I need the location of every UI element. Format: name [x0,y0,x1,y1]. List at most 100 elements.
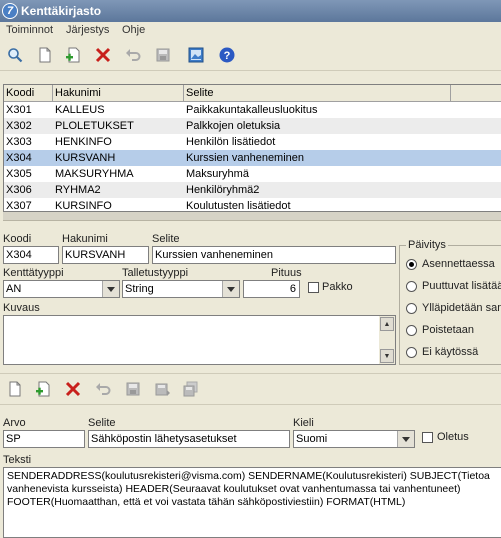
language-label: Kieli [293,417,314,429]
value-desc-field[interactable]: Sähköpostin lähetysasetukset [88,430,290,448]
window-title: Kenttäkirjasto [21,4,102,18]
add-button[interactable] [62,44,84,66]
help-button[interactable]: ? [216,44,238,66]
scroll-up-button[interactable]: ▲ [380,317,394,331]
required-label: Pakko [322,281,353,293]
chevron-down-icon [227,286,235,292]
menu-bar: Toiminnot Järjestys Ohje [0,22,501,41]
radio-puuttuvat[interactable] [406,281,417,292]
cell-desc: Maksuryhmä [186,168,249,180]
radio-poistetaan[interactable] [406,325,417,336]
save-button[interactable] [152,44,174,66]
description-label: Kuvaus [3,302,40,314]
help-icon: ? [219,47,235,63]
required-checkbox[interactable] [308,282,319,293]
cell-code: X302 [6,120,32,132]
text-textarea[interactable]: SENDERADDRESS(koulutusrekisteri@visma.co… [3,467,501,538]
cell-code: X304 [6,152,32,164]
desc-label: Selite [152,233,180,245]
search-icon [8,48,23,63]
value-delete-button[interactable] [62,378,84,400]
cell-desc: Kurssien vanheneminen [186,152,305,164]
radio-yllapidetaan[interactable] [406,303,417,314]
table-row[interactable]: X302 PLOLETUKSET Palkkojen oletuksia [4,118,501,134]
value-label: Arvo [3,417,26,429]
name-field[interactable]: KURSVANH [62,246,149,264]
storetype-select[interactable]: String [122,280,240,298]
value-save-all-button[interactable] [180,378,202,400]
delete-icon [95,47,111,63]
cell-desc: Henkilön lisätiedot [186,136,276,148]
language-dropdown-button[interactable] [397,431,414,447]
main-toolbar: ? [0,40,501,71]
cell-code: X301 [6,104,32,116]
export-button[interactable] [185,44,207,66]
menu-jarjestys[interactable]: Järjestys [66,24,109,36]
app-icon: 7 [2,3,18,19]
radio-asennettaessa[interactable] [406,259,417,270]
cell-code: X306 [6,184,32,196]
radio-ei-kaytossa[interactable] [406,347,417,358]
value-new-button[interactable] [4,378,26,400]
fieldtype-value: AN [6,283,22,295]
save-as-icon [155,383,170,396]
value-field[interactable]: SP [3,430,85,448]
undo-button[interactable] [122,44,144,66]
cell-desc: Paikkakuntakalleusluokitus [186,104,318,116]
menu-ohje[interactable]: Ohje [122,24,145,36]
radio-label-puuttuvat: Puuttuvat lisätää [422,280,501,292]
length-field[interactable]: 6 [243,280,300,298]
scroll-down-button[interactable]: ▼ [380,349,394,363]
radio-label-asennettaessa: Asennettaessa [422,258,495,270]
value-undo-button[interactable] [92,378,114,400]
cell-name: PLOLETUKSET [55,120,134,132]
table-row[interactable]: X307 KURSINFO Koulutusten lisätiedot [4,198,501,212]
value-add-button[interactable] [32,378,54,400]
chevron-down-icon [402,436,410,442]
radio-label-yllapidetaan: Ylläpidetään sam [422,302,501,314]
table-row[interactable]: X306 RYHMA2 Henkilöryhmä2 [4,182,501,198]
storetype-label: Talletustyyppi [122,267,189,279]
text-label: Teksti [3,454,32,466]
description-scrollbar[interactable]: ▲ ▼ [379,316,395,364]
cell-desc: Koulutusten lisätiedot [186,200,291,212]
cell-code: X303 [6,136,32,148]
menu-toiminnot[interactable]: Toiminnot [6,24,53,36]
column-header-name[interactable]: Hakunimi [53,85,184,101]
value-desc-label: Selite [88,417,116,429]
table-row-selected[interactable]: X304 KURSVANH Kurssien vanheneminen [4,150,501,166]
table-row[interactable]: X305 MAKSURYHMA Maksuryhmä [4,166,501,182]
default-checkbox[interactable] [422,432,433,443]
value-save-button[interactable] [122,378,144,400]
update-group-title: Päivitys [406,239,448,251]
chevron-down-icon [107,286,115,292]
cell-code: X305 [6,168,32,180]
picture-icon [188,47,204,63]
table-row[interactable]: X301 KALLEUS Paikkakuntakalleusluokitus [4,102,501,118]
column-header-blank [451,85,501,101]
column-header-code[interactable]: Koodi [4,85,53,101]
title-bar: 7 Kenttäkirjasto [0,0,501,22]
delete-button[interactable] [92,44,114,66]
description-textarea[interactable]: ▲ ▼ [3,315,396,365]
storetype-dropdown-button[interactable] [222,281,239,297]
cell-desc: Palkkojen oletuksia [186,120,281,132]
table-row[interactable]: X303 HENKINFO Henkilön lisätiedot [4,134,501,150]
new-button[interactable] [34,44,56,66]
fieldtype-select[interactable]: AN [3,280,120,298]
cell-desc: Henkilöryhmä2 [186,184,260,196]
cell-name: RYHMA2 [55,184,101,196]
grid-horizontal-scrollbar[interactable] [3,212,501,221]
save-icon [126,382,140,396]
add-document-icon [36,381,50,397]
add-document-icon [66,47,80,63]
desc-field[interactable]: Kurssien vanheneminen [152,246,396,264]
cell-name: KALLEUS [55,104,105,116]
cell-name: MAKSURYHMA [55,168,134,180]
code-field[interactable]: X304 [3,246,59,264]
language-select[interactable]: Suomi [293,430,415,448]
value-save-as-button[interactable] [152,378,174,400]
column-header-desc[interactable]: Selite [184,85,451,101]
search-button[interactable] [4,44,26,66]
fieldtype-dropdown-button[interactable] [102,281,119,297]
